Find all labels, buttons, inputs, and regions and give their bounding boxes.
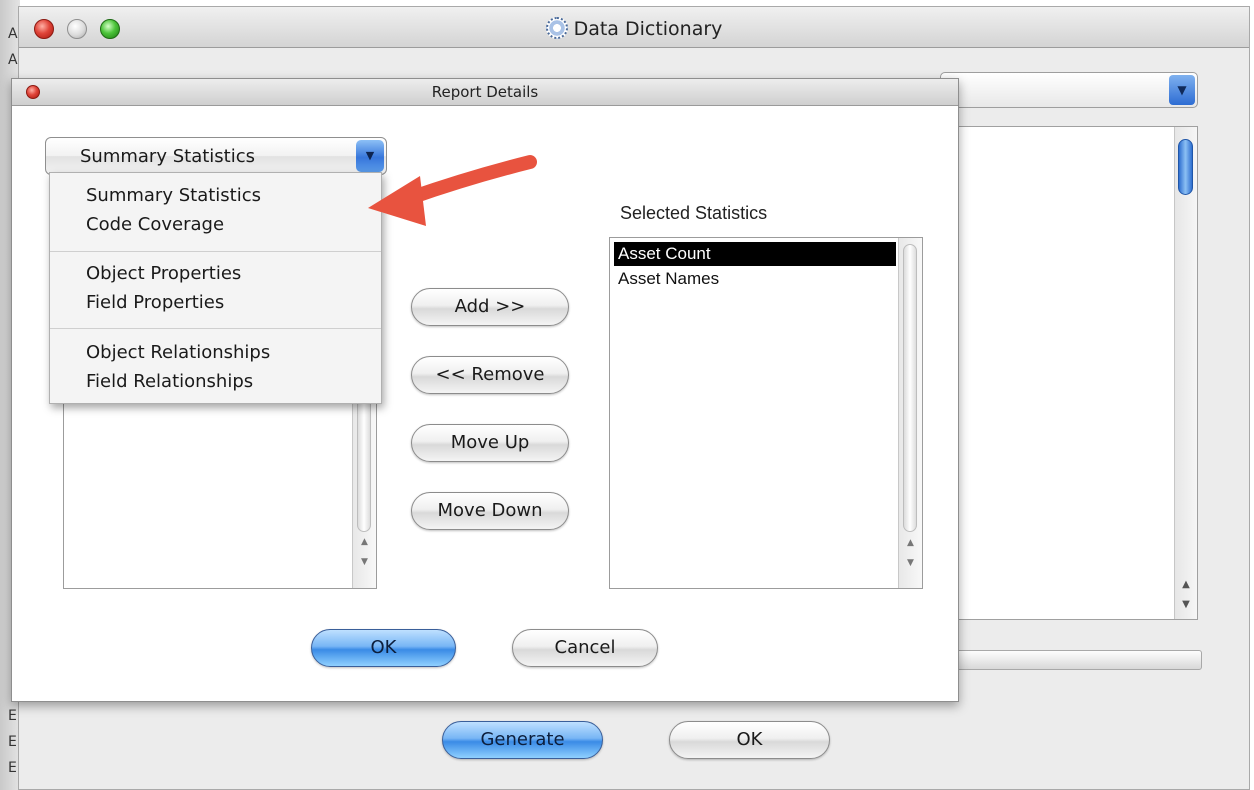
- background-scroll-thumb[interactable]: [1178, 139, 1193, 195]
- menu-item-field-relationships[interactable]: Field Relationships: [86, 371, 253, 392]
- list-item[interactable]: Asset Names: [614, 267, 896, 291]
- list-item[interactable]: Asset Count: [614, 242, 896, 266]
- scroll-down-arrow-icon[interactable]: ▼: [353, 557, 376, 567]
- selected-list-scrollbar[interactable]: ▲ ▼: [898, 238, 922, 588]
- cancel-button[interactable]: Cancel: [512, 629, 658, 667]
- desktop-letter: E: [8, 734, 17, 750]
- report-type-combo[interactable]: Summary Statistics ▼: [45, 137, 387, 175]
- menu-item-object-properties[interactable]: Object Properties: [86, 263, 241, 284]
- report-type-selected: Summary Statistics: [80, 146, 255, 167]
- window-title: Data Dictionary: [19, 17, 1249, 40]
- menu-separator: [50, 251, 381, 252]
- selected-statistics-label: Selected Statistics: [620, 203, 768, 223]
- menu-item-summary-statistics[interactable]: Summary Statistics: [86, 185, 261, 206]
- background-list-panel: ▲ ▼: [940, 126, 1198, 620]
- main-titlebar[interactable]: Data Dictionary: [19, 7, 1249, 48]
- desktop-letter: A: [8, 52, 18, 68]
- scroll-track[interactable]: [903, 244, 917, 532]
- dialog-titlebar[interactable]: Report Details: [12, 79, 958, 106]
- menu-separator: [50, 328, 381, 329]
- desktop-letter: A: [8, 26, 18, 42]
- main-ok-button[interactable]: OK: [669, 721, 830, 759]
- scroll-up-arrow-icon[interactable]: ▲: [353, 537, 376, 547]
- scroll-up-arrow-icon[interactable]: ▲: [899, 538, 922, 548]
- scroll-down-arrow-icon[interactable]: ▼: [1175, 599, 1197, 610]
- background-combo-box[interactable]: ▼: [940, 72, 1198, 108]
- menu-item-code-coverage[interactable]: Code Coverage: [86, 214, 224, 235]
- report-type-dropdown-menu: Summary Statistics Code Coverage Object …: [49, 172, 382, 404]
- desktop-letter: E: [8, 708, 17, 724]
- progress-bar: [940, 650, 1202, 670]
- desktop-letter: E: [8, 760, 17, 776]
- dialog-title: Report Details: [431, 83, 539, 101]
- scroll-up-arrow-icon[interactable]: ▲: [1175, 579, 1197, 590]
- menu-item-object-relationships[interactable]: Object Relationships: [86, 342, 270, 363]
- chevron-down-icon[interactable]: ▼: [1169, 75, 1195, 105]
- add-button[interactable]: Add >>: [411, 288, 569, 326]
- dialog-ok-button[interactable]: OK: [311, 629, 456, 667]
- menu-item-field-properties[interactable]: Field Properties: [86, 292, 224, 313]
- gear-icon: [545, 17, 568, 39]
- callout-arrow-icon: [368, 155, 537, 226]
- selected-statistics-list[interactable]: Asset Count Asset Names ▲ ▼: [609, 237, 923, 589]
- window-title-text: Data Dictionary: [573, 18, 723, 40]
- generate-button[interactable]: Generate: [442, 721, 603, 759]
- remove-button[interactable]: << Remove: [411, 356, 569, 394]
- move-up-button[interactable]: Move Up: [411, 424, 569, 462]
- move-down-button[interactable]: Move Down: [411, 492, 569, 530]
- scroll-down-arrow-icon[interactable]: ▼: [899, 558, 922, 568]
- background-scrollbar[interactable]: ▲ ▼: [1174, 127, 1197, 619]
